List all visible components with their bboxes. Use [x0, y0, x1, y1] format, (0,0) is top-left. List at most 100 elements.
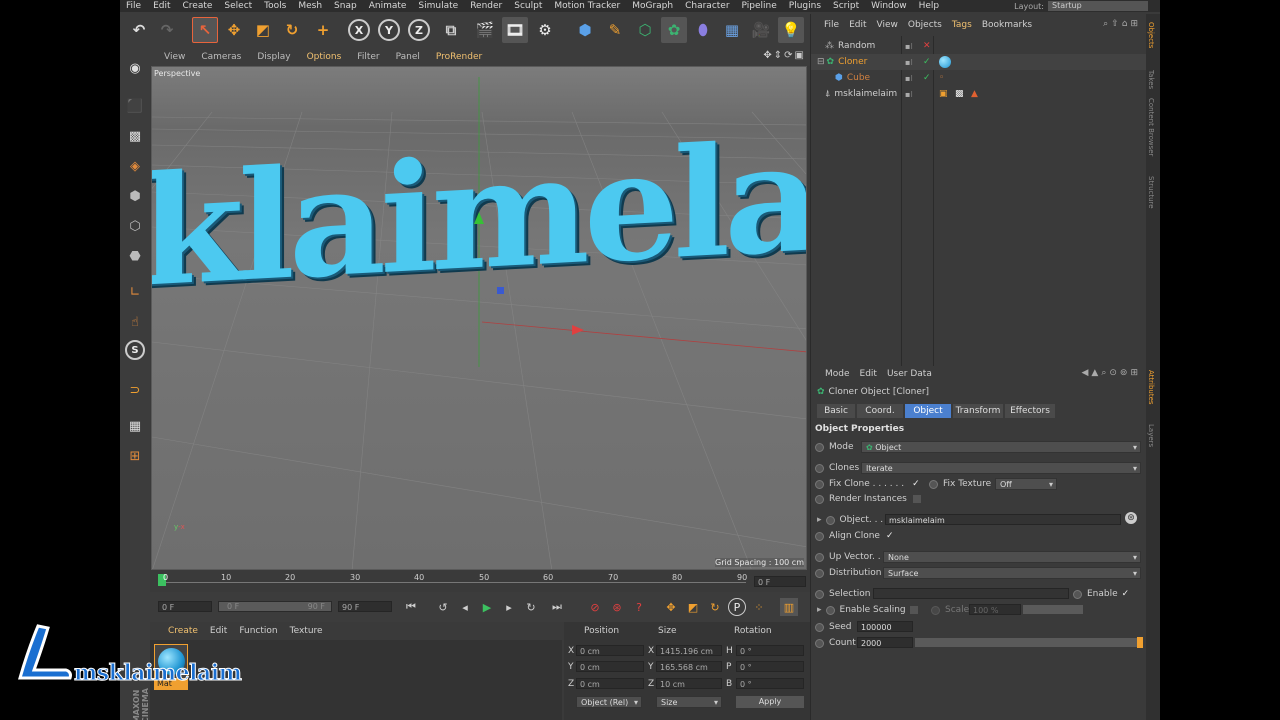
- timeline-window-icon[interactable]: ▥: [780, 598, 798, 616]
- rot-p-field[interactable]: 0 °: [736, 661, 804, 672]
- anim-radio[interactable]: [815, 494, 824, 504]
- key-position-icon[interactable]: ✥: [662, 598, 680, 616]
- next-frame-icon[interactable]: ▸: [500, 598, 518, 616]
- vp-menu-display[interactable]: Display: [249, 52, 298, 62]
- obj-menu-view[interactable]: View: [872, 20, 903, 30]
- fix-texture-dropdown[interactable]: Off: [995, 478, 1057, 491]
- workplane-grid-icon[interactable]: ▦: [123, 414, 147, 438]
- preview-range-slider[interactable]: 0 F 90 F: [218, 601, 332, 612]
- menu-mesh[interactable]: Mesh: [292, 1, 328, 11]
- anim-radio[interactable]: [815, 442, 824, 452]
- material-tag-icon[interactable]: [939, 56, 951, 68]
- obj-search-icons[interactable]: ⌕⇧⌂⊞: [1103, 19, 1141, 29]
- render-instances-checkbox[interactable]: [912, 495, 921, 503]
- vp-menu-filter[interactable]: Filter: [349, 52, 387, 62]
- menu-render[interactable]: Render: [464, 1, 508, 11]
- light-icon[interactable]: 💡: [778, 17, 804, 43]
- pos-x-field[interactable]: 0 cm: [576, 645, 644, 656]
- x-axis-handle-icon[interactable]: [572, 325, 584, 335]
- menu-edit[interactable]: Edit: [147, 1, 176, 11]
- locked-workplane-icon[interactable]: ⊞: [123, 444, 147, 468]
- count-slider[interactable]: [915, 637, 1143, 648]
- menu-mograph[interactable]: MoGraph: [626, 1, 679, 11]
- collapse-icon[interactable]: ⊟: [817, 57, 825, 67]
- object-row-cloner[interactable]: ⊟ ✿ Cloner ▪⁝ ✓: [811, 54, 1147, 70]
- scale-field[interactable]: 100 %: [969, 604, 1021, 615]
- menu-plugins[interactable]: Plugins: [783, 1, 827, 11]
- pen-icon[interactable]: ✎: [602, 17, 628, 43]
- scale-slider[interactable]: [1023, 605, 1083, 614]
- obj-menu-objects[interactable]: Objects: [903, 20, 947, 30]
- undo-icon[interactable]: ↶: [126, 17, 152, 43]
- enabled-icon[interactable]: ✓: [923, 73, 931, 83]
- menu-motion-tracker[interactable]: Motion Tracker: [548, 1, 626, 11]
- anim-radio[interactable]: [815, 552, 824, 562]
- cube-icon[interactable]: ⬢: [572, 17, 598, 43]
- edges-mode-icon[interactable]: ⬡: [123, 214, 147, 238]
- points-mode-icon[interactable]: ⬢: [123, 184, 147, 208]
- tab-object[interactable]: Object: [905, 404, 951, 418]
- clones-dropdown[interactable]: Iterate: [861, 462, 1141, 475]
- tab-basic[interactable]: Basic: [817, 404, 855, 418]
- object-row-cube[interactable]: ⬢ Cube ▪⁝ ✓ ◦: [811, 70, 1147, 86]
- rotate-icon[interactable]: ↻: [279, 17, 305, 43]
- scale-icon[interactable]: ◩: [250, 17, 276, 43]
- menu-select[interactable]: Select: [218, 1, 258, 11]
- render-settings-icon[interactable]: ⚙: [532, 17, 558, 43]
- floor-icon[interactable]: ▦: [719, 17, 745, 43]
- side-tab-takes[interactable]: Takes: [1147, 70, 1155, 89]
- mat-menu-texture[interactable]: Texture: [290, 626, 323, 636]
- tab-transform[interactable]: Transform: [953, 404, 1003, 418]
- coordinate-system-icon[interactable]: ⧉: [438, 17, 464, 43]
- anim-radio[interactable]: [815, 589, 824, 599]
- anim-radio[interactable]: [825, 605, 835, 615]
- x-axis-icon[interactable]: X: [348, 19, 370, 41]
- menu-snap[interactable]: Snap: [328, 1, 363, 11]
- make-editable-icon[interactable]: ◉: [123, 56, 147, 80]
- menu-pipeline[interactable]: Pipeline: [736, 1, 783, 11]
- tab-coord[interactable]: Coord.: [857, 404, 903, 418]
- texture-mode-icon[interactable]: ▩: [123, 124, 147, 148]
- disabled-icon[interactable]: ✕: [923, 41, 931, 51]
- apply-button[interactable]: Apply: [736, 696, 804, 708]
- render-picture-icon[interactable]: 🎞: [502, 17, 528, 43]
- vp-menu-view[interactable]: View: [156, 52, 193, 62]
- vp-menu-prorender[interactable]: ProRender: [428, 52, 490, 62]
- z-axis-handle-icon[interactable]: [497, 287, 504, 294]
- anim-radio[interactable]: [825, 515, 835, 525]
- pos-z-field[interactable]: 0 cm: [576, 678, 644, 689]
- axis-mode-icon[interactable]: ∟: [123, 280, 147, 304]
- menu-help[interactable]: Help: [913, 1, 946, 11]
- start-frame-field[interactable]: 0 F: [158, 601, 212, 612]
- obj-menu-file[interactable]: File: [819, 20, 844, 30]
- visibility-toggle[interactable]: ▪⁝: [905, 90, 913, 99]
- expand-icon[interactable]: ▸: [817, 605, 822, 615]
- attr-nav-icons[interactable]: ◀▲⌕⊙⊚⊞: [1081, 368, 1141, 378]
- object-row-msklaimelaim[interactable]: ⍋ msklaimelaim ▪⁝ ▣ ▩ ▲: [811, 86, 1147, 102]
- layout-dropdown[interactable]: Startup: [1048, 1, 1148, 11]
- side-tab-objects[interactable]: Objects: [1147, 22, 1155, 48]
- anim-radio[interactable]: [815, 463, 824, 473]
- viewport-nav-icons[interactable]: ✥⇕⟳▣: [763, 50, 806, 61]
- render-view-icon[interactable]: 🎬: [472, 17, 498, 43]
- anim-radio[interactable]: [931, 605, 940, 615]
- menu-sculpt[interactable]: Sculpt: [508, 1, 548, 11]
- deformer-icon[interactable]: ⬮: [690, 17, 716, 43]
- attr-menu-edit[interactable]: Edit: [860, 369, 877, 379]
- magnet-icon[interactable]: ⊃: [123, 378, 147, 402]
- count-slider-handle[interactable]: [1137, 637, 1143, 648]
- mode-dropdown[interactable]: ✿ Object: [861, 441, 1141, 454]
- menu-window[interactable]: Window: [865, 1, 913, 11]
- link-pick-icon[interactable]: ⊛: [1125, 512, 1137, 524]
- current-frame-field[interactable]: 0 F: [754, 576, 806, 587]
- prev-key-icon[interactable]: ↺: [434, 598, 452, 616]
- redo-icon[interactable]: ↷: [154, 17, 180, 43]
- menu-character[interactable]: Character: [679, 1, 735, 11]
- checker-tag-icon[interactable]: ▩: [955, 89, 964, 99]
- object-row-random[interactable]: ⁂ Random ▪⁝ ✕: [811, 38, 1147, 54]
- key-scale-icon[interactable]: ◩: [684, 598, 702, 616]
- enable-scaling-checkbox[interactable]: [909, 606, 918, 614]
- side-tab-content-browser[interactable]: Content Browser: [1147, 98, 1155, 156]
- menu-file[interactable]: File: [120, 1, 147, 11]
- visibility-toggle[interactable]: ▪⁝: [905, 42, 913, 51]
